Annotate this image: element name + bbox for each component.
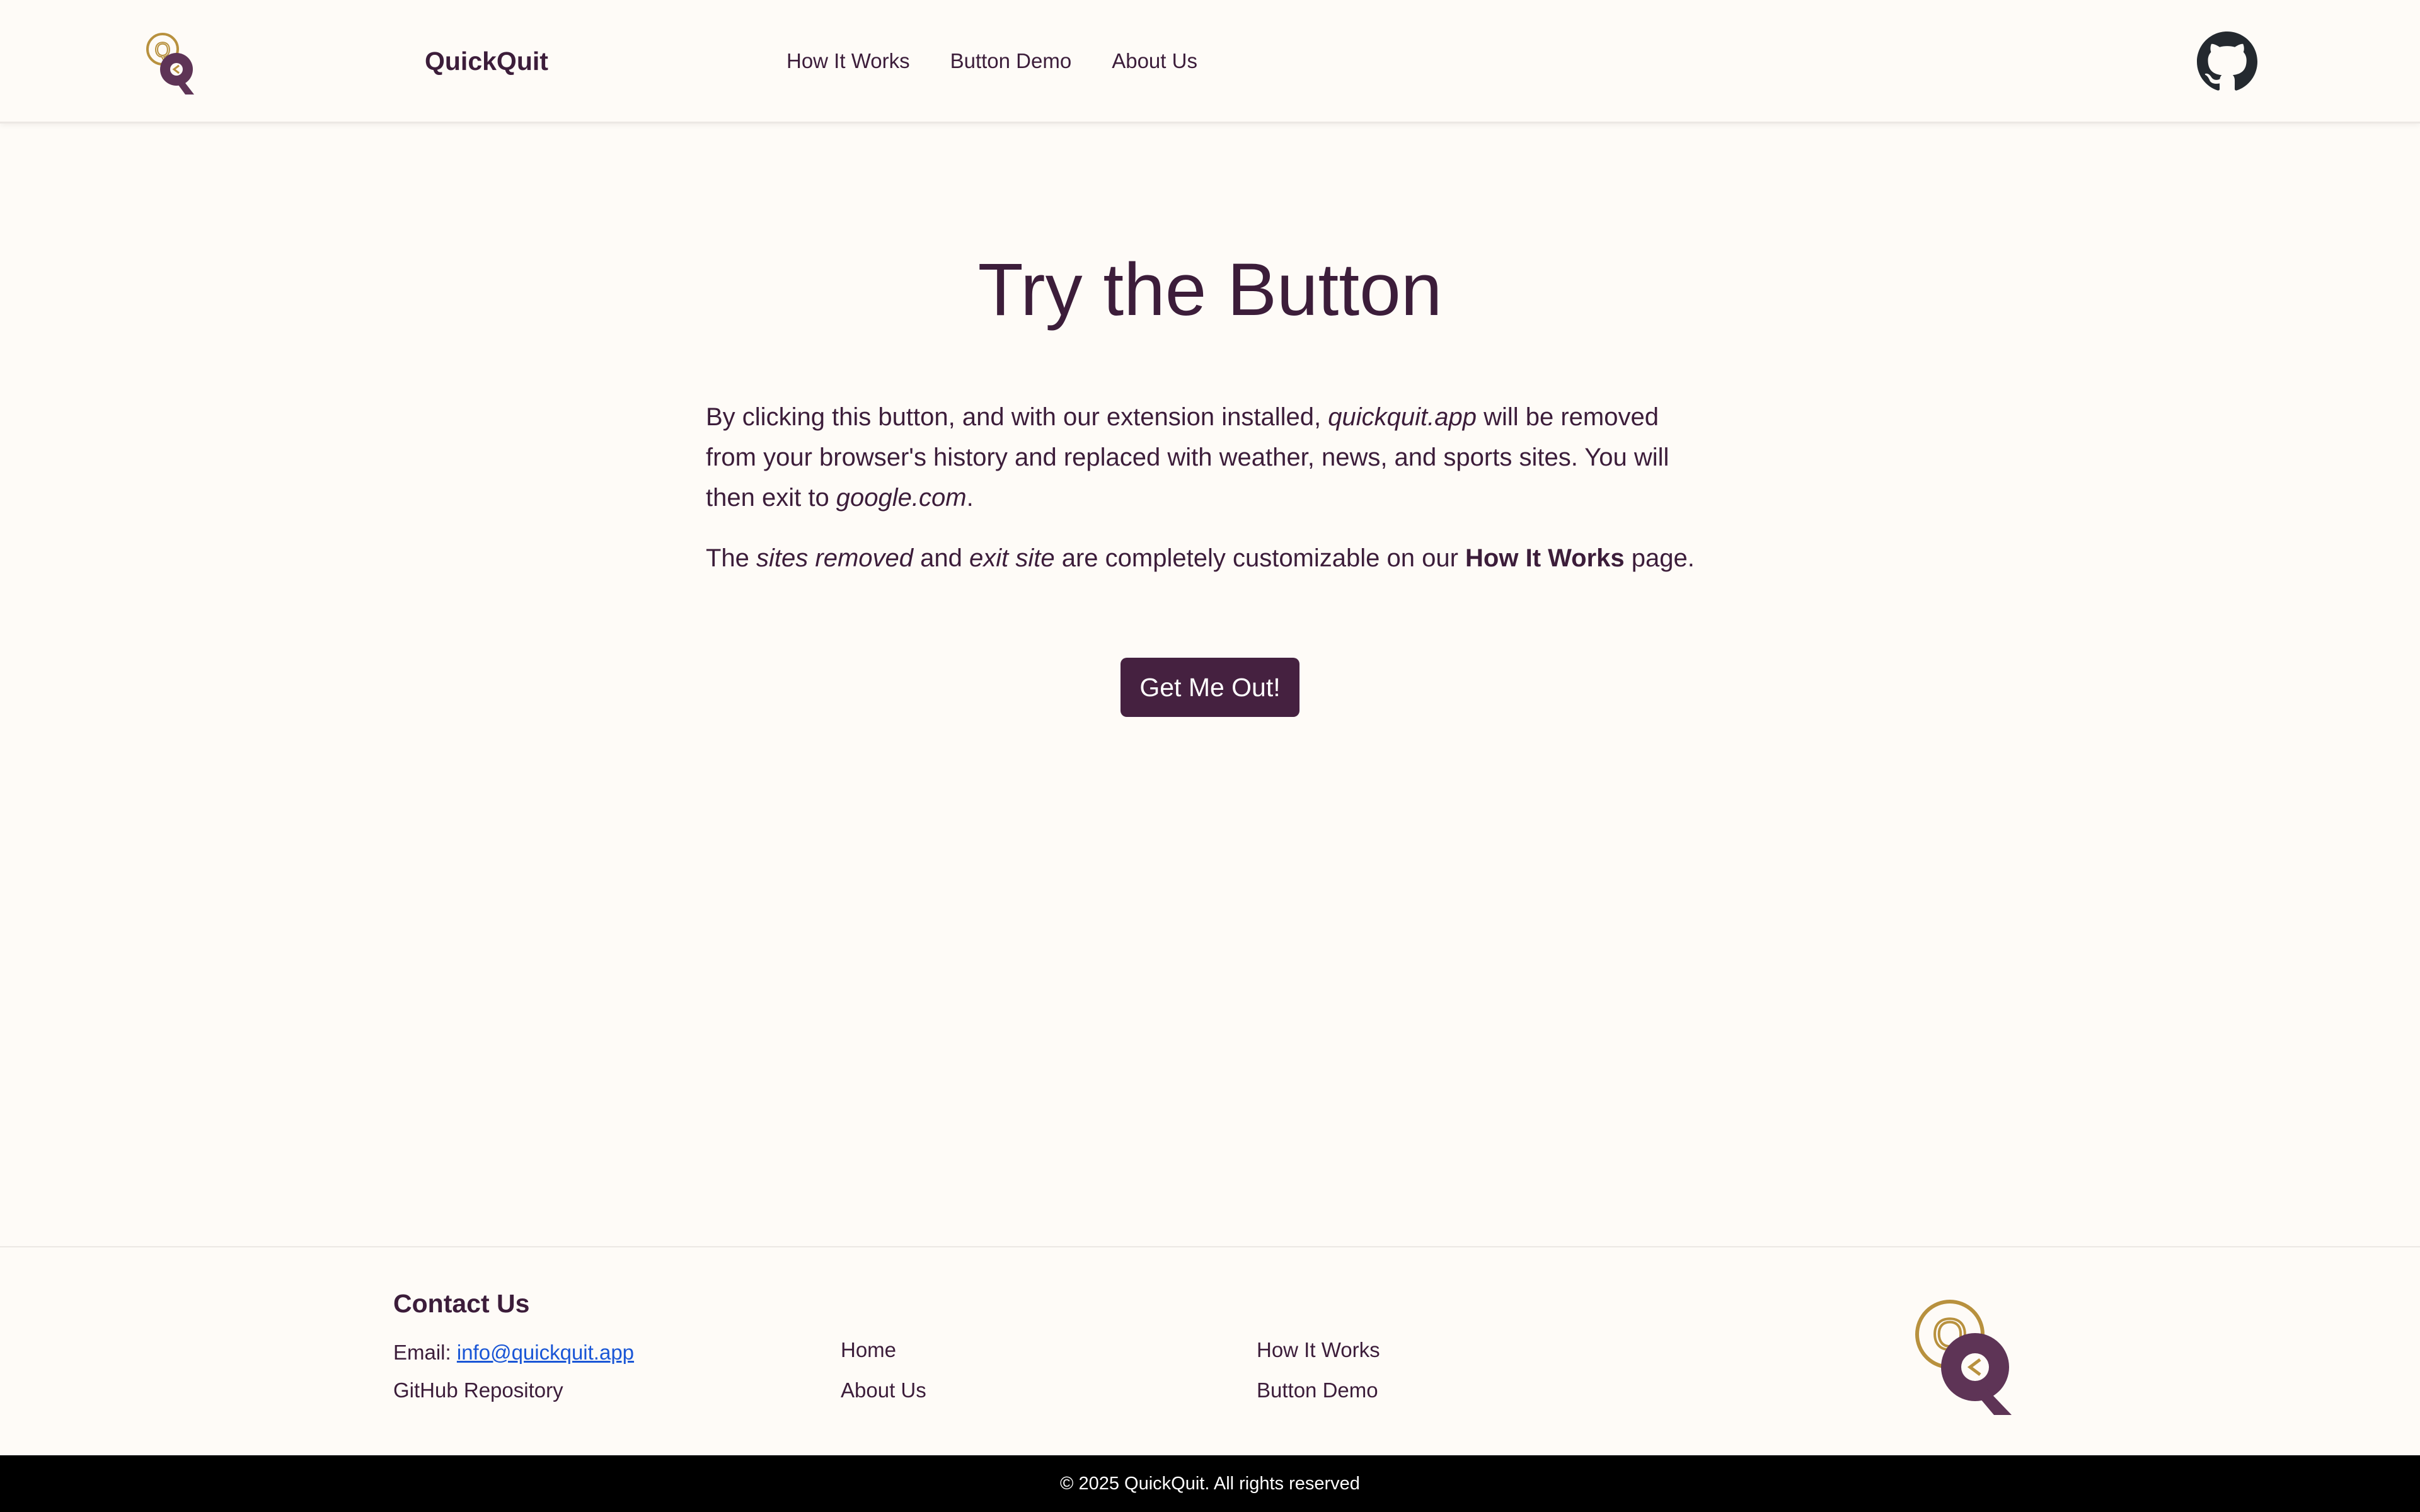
description: By clicking this button, and with our ex… <box>706 397 1714 598</box>
github-icon[interactable] <box>2197 32 2257 92</box>
text: By clicking this button, and with our ex… <box>706 403 1328 431</box>
quickquit-logo-icon: Q <box>1915 1300 2012 1415</box>
email-line: Email: info@quickquit.app <box>393 1341 634 1365</box>
site-footer: Contact Us Email: info@quickquit.app Git… <box>0 1246 2420 1455</box>
copyright-bar: © 2025 QuickQuit. All rights reserved <box>0 1455 2420 1512</box>
site-name: quickquit.app <box>1328 403 1477 431</box>
get-me-out-button[interactable]: Get Me Out! <box>1121 658 1299 717</box>
description-paragraph-2: The sites removed and exit site are comp… <box>706 538 1714 578</box>
how-it-works-reference: How It Works <box>1465 544 1625 572</box>
text: page. <box>1624 544 1695 572</box>
email-link[interactable]: info@quickquit.app <box>457 1341 634 1364</box>
email-label: Email: <box>393 1341 457 1364</box>
main-nav: How It Works Button Demo About Us <box>786 49 1238 73</box>
emphasis: exit site <box>969 544 1055 572</box>
site-header: Q QuickQuit How It Works Button Demo Abo… <box>0 0 2420 123</box>
page-title: Try the Button <box>977 248 1443 331</box>
brand-name[interactable]: QuickQuit <box>425 47 548 76</box>
text: and <box>913 544 969 572</box>
github-repo-link[interactable]: GitHub Repository <box>393 1378 563 1402</box>
footer-link-how-it-works[interactable]: How It Works <box>1257 1338 1380 1362</box>
text: are completely customizable on our <box>1054 544 1466 572</box>
description-paragraph-1: By clicking this button, and with our ex… <box>706 397 1714 518</box>
text: The <box>706 544 757 572</box>
nav-link-about-us[interactable]: About Us <box>1112 49 1197 73</box>
exit-site-name: google.com <box>836 484 967 512</box>
copyright-text: © 2025 QuickQuit. All rights reserved <box>1060 1473 1360 1494</box>
page: Q QuickQuit How It Works Button Demo Abo… <box>0 0 2420 1512</box>
footer-link-home[interactable]: Home <box>841 1338 896 1362</box>
footer-link-about-us[interactable]: About Us <box>841 1378 926 1402</box>
footer-link-button-demo[interactable]: Button Demo <box>1257 1378 1378 1402</box>
quickquit-logo-icon[interactable]: Q <box>144 30 200 96</box>
contact-title: Contact Us <box>393 1289 530 1318</box>
nav-link-button-demo[interactable]: Button Demo <box>950 49 1072 73</box>
nav-link-how-it-works[interactable]: How It Works <box>786 49 910 73</box>
emphasis: sites removed <box>756 544 914 572</box>
text: . <box>966 484 974 512</box>
